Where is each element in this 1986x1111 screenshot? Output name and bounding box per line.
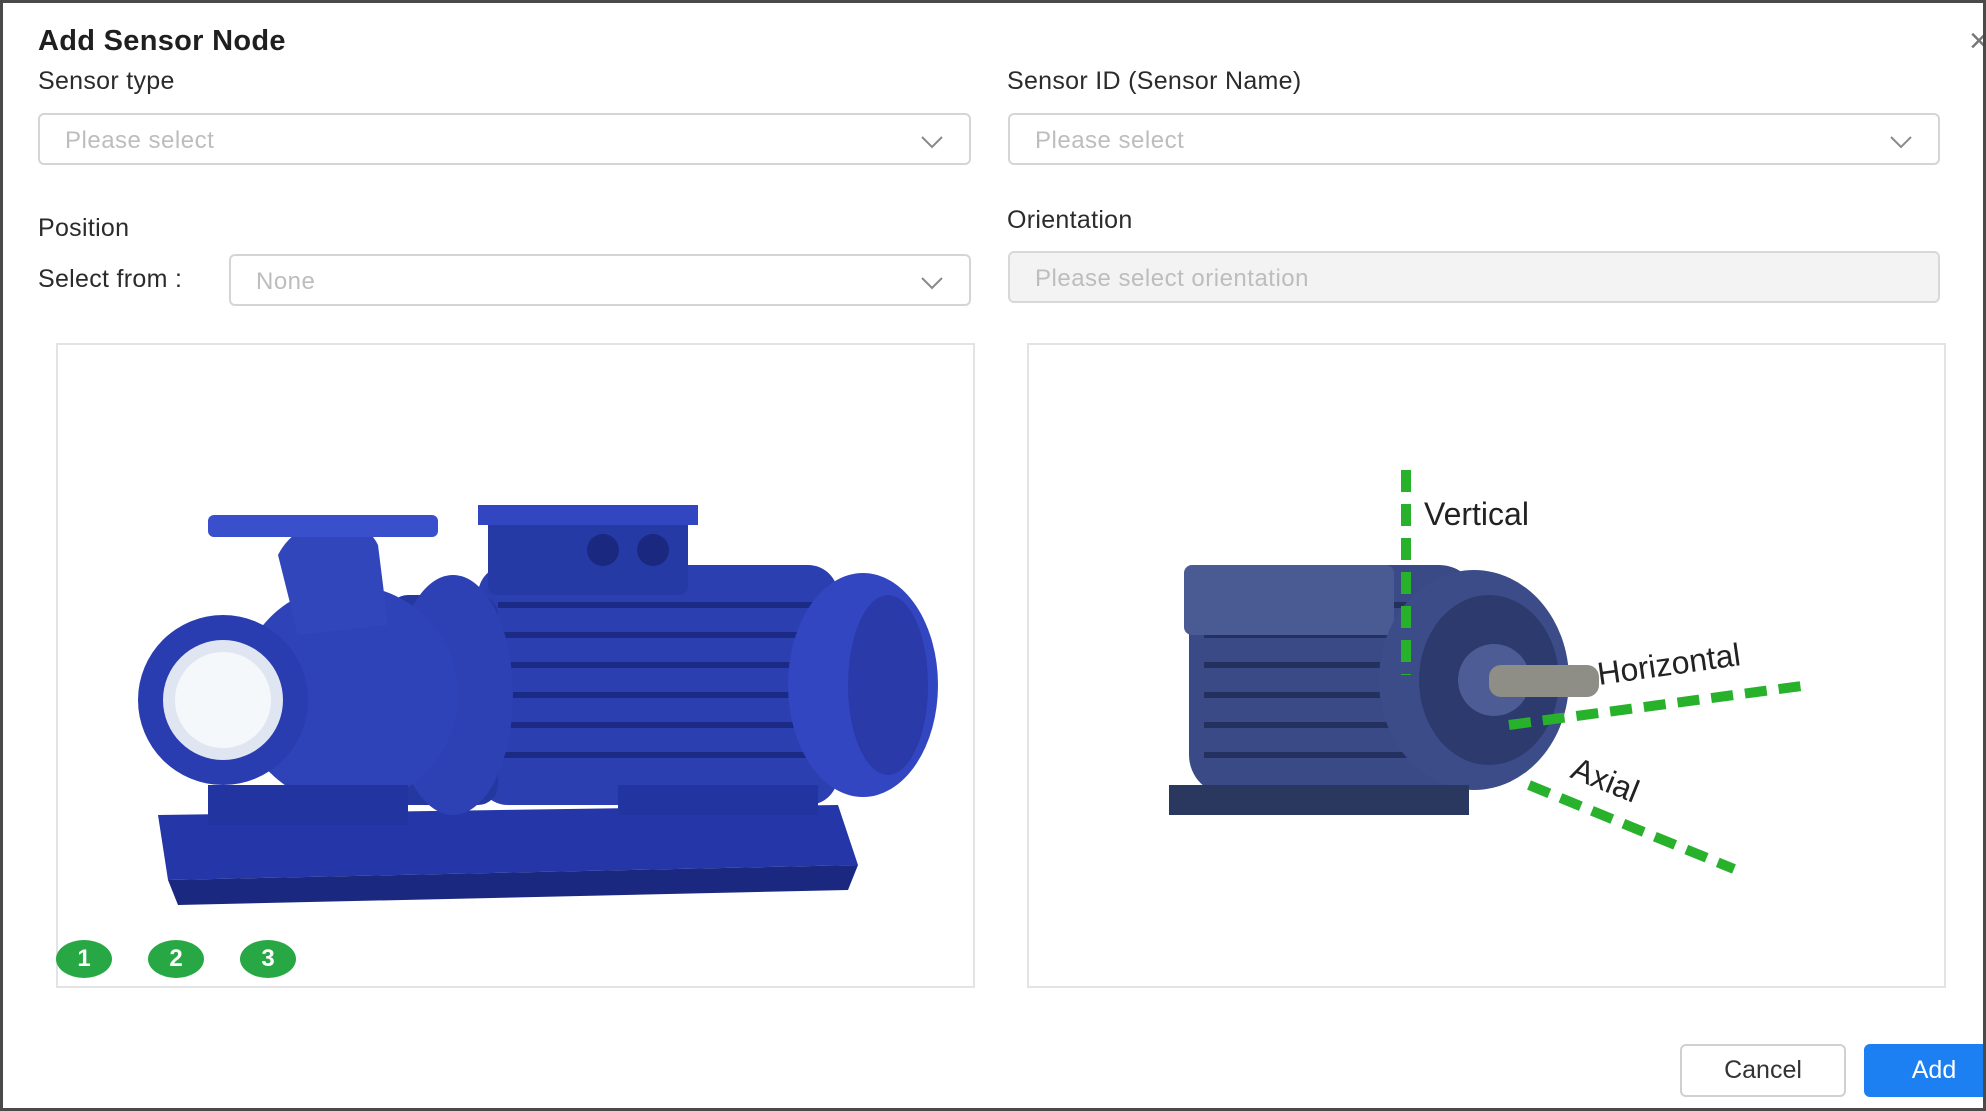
axis-label-horizontal: Horizontal <box>1595 636 1743 692</box>
orientation-input[interactable]: Please select orientation <box>1008 251 1940 303</box>
chevron-down-icon <box>1890 136 1912 149</box>
chevron-down-icon <box>921 277 943 290</box>
sensor-id-label: Sensor ID (Sensor Name) <box>1007 67 1302 95</box>
add-button[interactable]: Add <box>1864 1044 1983 1097</box>
orientation-diagram-panel: Vertical Horizontal Axial <box>1027 343 1946 988</box>
motor-orientation-image: Vertical Horizontal Axial <box>1169 470 1810 874</box>
position-marker-3[interactable]: 3 <box>240 940 296 978</box>
centrifugal-pump-image <box>138 505 938 905</box>
dialog-title: Add Sensor Node <box>38 25 286 57</box>
sensor-type-select[interactable]: Please select <box>38 113 971 165</box>
sensor-type-label: Sensor type <box>38 67 175 95</box>
cancel-button[interactable]: Cancel <box>1680 1044 1846 1097</box>
position-marker-2[interactable]: 2 <box>148 940 204 978</box>
select-from-label: Select from : <box>38 265 183 293</box>
close-icon[interactable]: × <box>1969 21 1983 61</box>
position-value: None <box>256 268 316 295</box>
axis-label-vertical: Vertical <box>1424 496 1529 532</box>
orientation-label: Orientation <box>1007 206 1133 234</box>
pump-image-panel: 1 2 3 <box>56 343 975 988</box>
position-select[interactable]: None <box>229 254 971 306</box>
sensor-id-placeholder: Please select <box>1035 127 1185 154</box>
sensor-type-placeholder: Please select <box>65 127 215 154</box>
add-sensor-node-dialog: Add Sensor Node × Sensor type Please sel… <box>0 0 1986 1111</box>
chevron-down-icon <box>921 136 943 149</box>
sensor-id-select[interactable]: Please select <box>1008 113 1940 165</box>
position-label: Position <box>38 214 130 242</box>
orientation-placeholder: Please select orientation <box>1035 265 1309 292</box>
position-marker-1[interactable]: 1 <box>56 940 112 978</box>
